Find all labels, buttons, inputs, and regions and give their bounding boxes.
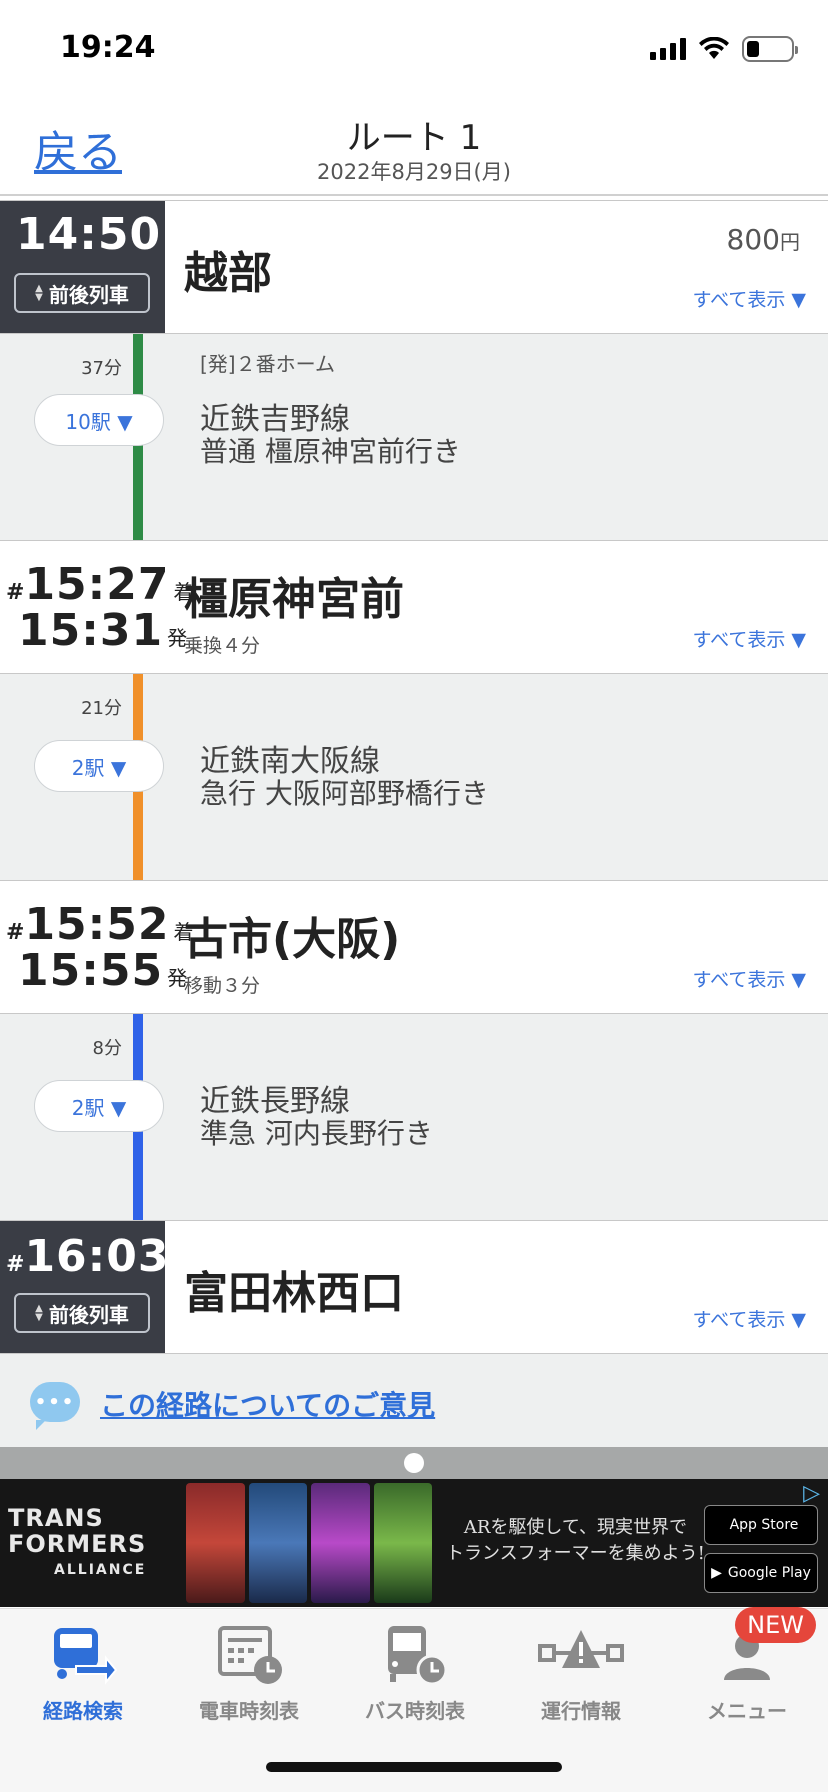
- app-store-button[interactable]: App Store: [704, 1505, 818, 1545]
- new-badge: NEW: [735, 1607, 816, 1643]
- station-name: 越部: [184, 248, 272, 299]
- service-destination: 普通 橿原神宮前行き: [200, 435, 461, 468]
- ad-brand-logo: TRANS FORMERS ALLIANCE: [8, 1504, 147, 1578]
- page-dot: [404, 1453, 424, 1473]
- fare: 800円: [726, 223, 800, 256]
- show-all-link[interactable]: すべて表示 ▼: [692, 625, 806, 652]
- ad-artwork: [186, 1483, 432, 1603]
- stops-toggle-button[interactable]: 10駅 ▼: [34, 394, 164, 446]
- route-search-icon: [54, 1628, 118, 1685]
- stops-toggle-button[interactable]: 2駅 ▼: [34, 1080, 164, 1132]
- segment-duration: 8分: [92, 1038, 122, 1059]
- battery-icon: [742, 36, 798, 62]
- nav-header: 戻る ルート 1 2022年8月29日(月): [0, 100, 828, 196]
- segment-duration: 21分: [81, 698, 122, 719]
- adjacent-trains-button[interactable]: ▲ ▼ 前後列車: [14, 1293, 150, 1333]
- segment-row: 8分 2駅 ▼ 近鉄長野線 準急 河内長野行き: [0, 1014, 828, 1220]
- station-name: 富田林西口: [184, 1268, 404, 1319]
- play-icon: ▶: [711, 1565, 722, 1581]
- speech-bubble-icon: •••: [30, 1382, 80, 1430]
- ad-choices-icon[interactable]: ▷: [803, 1481, 820, 1506]
- departure-time: 15:55 発: [18, 945, 188, 996]
- departure-time: 15:31 発: [18, 605, 188, 656]
- segment-duration: 37分: [81, 358, 122, 379]
- cellular-signal-icon: [650, 38, 686, 60]
- google-play-button[interactable]: ▶ Google Play: [704, 1553, 818, 1593]
- segment-row: 21分 2駅 ▼ 近鉄南大阪線 急行 大阪阿部野橋行き: [0, 674, 828, 880]
- wifi-icon: [699, 37, 729, 59]
- arrival-time: #15:27 着: [6, 559, 194, 610]
- station-name: 古市(大阪): [184, 914, 401, 965]
- tab-route-search[interactable]: 経路検索: [0, 1615, 166, 1725]
- station-row[interactable]: 14:50 発 ▲ ▼ 前後列車 越部 800円 すべて表示 ▼: [0, 200, 828, 334]
- service-destination: 急行 大阪阿部野橋行き: [200, 777, 489, 810]
- show-all-link[interactable]: すべて表示 ▼: [692, 285, 806, 312]
- station-row[interactable]: #15:52 着 15:55 発 古市(大阪) 移動３分 すべて表示 ▼: [0, 880, 828, 1014]
- transfer-note: 移動３分: [184, 975, 261, 997]
- route-detail: 14:50 発 ▲ ▼ 前後列車 越部 800円 すべて表示 ▼ 37分 10駅 ▼…: [0, 200, 828, 1452]
- status-bar: 19:24: [0, 0, 828, 100]
- status-icons: [650, 36, 798, 62]
- departure-time: 14:50 発: [16, 209, 186, 260]
- updown-icon: ▲ ▼: [35, 283, 43, 303]
- tab-menu[interactable]: メニュー NEW: [664, 1607, 828, 1725]
- station-name: 橿原神宮前: [184, 574, 404, 625]
- route-date: 2022年8月29日(月): [317, 160, 511, 184]
- show-all-link[interactable]: すべて表示 ▼: [692, 1305, 806, 1332]
- service-destination: 準急 河内長野行き: [200, 1117, 433, 1150]
- tab-service-info[interactable]: 運行情報: [498, 1615, 664, 1725]
- arrival-time: #16:03 着: [6, 1231, 194, 1282]
- bus-timetable-icon: [388, 1626, 448, 1686]
- feedback-link[interactable]: この経路についてのご意見: [100, 1384, 435, 1424]
- station-row[interactable]: #15:27 着 15:31 発 橿原神宮前 乗換４分 すべて表示 ▼: [0, 540, 828, 674]
- station-row[interactable]: #16:03 着 ▲ ▼ 前後列車 富田林西口 すべて表示 ▼: [0, 1220, 828, 1354]
- time-box: 14:50 発 ▲ ▼ 前後列車: [0, 201, 185, 333]
- page-title: ルート 1: [346, 118, 482, 158]
- tab-train-timetable[interactable]: 電車時刻表: [166, 1615, 332, 1725]
- platform-info: [発]２番ホーム: [200, 352, 336, 376]
- arrival-time: #15:52 着: [6, 899, 194, 950]
- adjacent-trains-button[interactable]: ▲ ▼ 前後列車: [14, 273, 150, 313]
- time-box: #16:03 着 ▲ ▼ 前後列車: [0, 1221, 194, 1353]
- tab-bus-timetable[interactable]: バス時刻表: [332, 1615, 498, 1725]
- updown-icon: ▲ ▼: [35, 1303, 43, 1323]
- service-info-icon: [538, 1630, 624, 1668]
- home-indicator: [266, 1762, 562, 1772]
- time-box: #15:52 着 15:55 発: [0, 881, 194, 1013]
- ad-copy: ARを駆使して、現実世界で トランスフォーマーを集めよう!: [446, 1517, 705, 1564]
- ad-banner[interactable]: TRANS FORMERS ALLIANCE ARを駆使して、現実世界で トラン…: [0, 1479, 828, 1607]
- segment-row: 37分 10駅 ▼ [発]２番ホーム 近鉄吉野線 普通 橿原神宮前行き: [0, 334, 828, 540]
- ad-pager: [0, 1447, 828, 1479]
- time-box: #15:27 着 15:31 発: [0, 541, 194, 673]
- show-all-link[interactable]: すべて表示 ▼: [692, 965, 806, 992]
- status-time: 19:24: [60, 30, 156, 65]
- feedback-row: ••• この経路についてのご意見: [0, 1354, 828, 1452]
- stops-toggle-button[interactable]: 2駅 ▼: [34, 740, 164, 792]
- transfer-note: 乗換４分: [184, 635, 261, 657]
- train-timetable-icon: [218, 1626, 282, 1684]
